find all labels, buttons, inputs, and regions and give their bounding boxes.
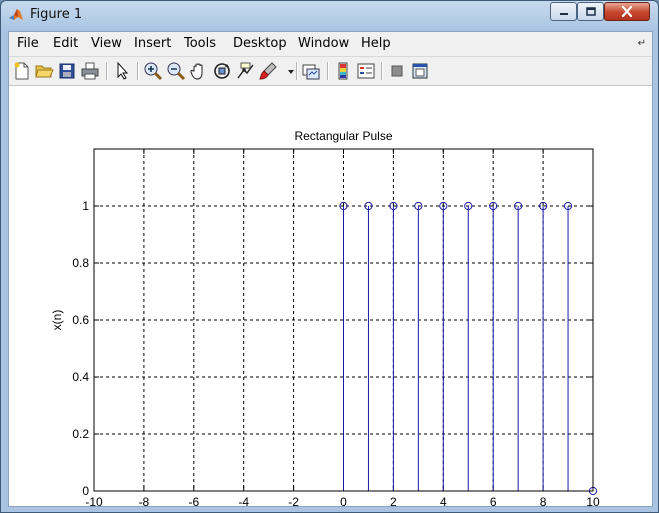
legend-icon (357, 63, 375, 79)
minimize-icon (559, 12, 568, 15)
printer-icon (81, 62, 99, 80)
menu-tools[interactable]: Tools (184, 36, 216, 51)
brush-button[interactable] (258, 61, 278, 81)
close-icon (621, 6, 633, 17)
x-tick-label: 2 (390, 495, 397, 506)
window-title: Figure 1 (30, 7, 83, 22)
save-figure-button[interactable] (57, 61, 77, 81)
hand-pan-icon (190, 63, 203, 80)
rotate-3d-icon (214, 63, 230, 79)
figure-canvas[interactable]: -10 -8 -6 -4 -2 0 2 4 6 8 10 0 0.2 0.4 0.6 0.8 1 Rectang… (9, 86, 652, 506)
rotate-3d-button[interactable] (212, 61, 232, 81)
x-tick-label: 6 (490, 495, 497, 506)
menu-window[interactable]: Window (298, 36, 349, 51)
show-plot-tools-icon (412, 63, 428, 79)
toolbar-separator (327, 62, 329, 80)
hide-plot-tools-button[interactable] (387, 61, 407, 81)
minimize-button[interactable] (550, 2, 577, 21)
edit-plot-button[interactable] (112, 61, 132, 81)
maximize-icon (585, 7, 596, 16)
figure-toolbar (9, 57, 652, 86)
y-tick-label: 0.4 (72, 370, 89, 384)
y-tick-label: 1 (82, 199, 89, 213)
zoom-in-icon (144, 62, 163, 81)
link-plot-button[interactable] (301, 61, 321, 81)
chevron-down-icon (288, 70, 294, 74)
toolbar-separator (106, 62, 108, 80)
y-tick-label: 0 (82, 484, 89, 498)
show-plot-tools-button[interactable] (410, 61, 430, 81)
brush-dropdown[interactable] (281, 61, 294, 81)
menu-insert[interactable]: Insert (134, 36, 171, 51)
floppy-disk-icon (59, 63, 75, 79)
figure-window: Figure 1 File Edit View Insert Tools Des… (0, 0, 659, 513)
title-bar[interactable]: Figure 1 (1, 1, 658, 31)
x-tick-label: -4 (238, 495, 249, 506)
zoom-in-button[interactable] (143, 61, 163, 81)
open-file-button[interactable] (34, 61, 54, 81)
menu-edit[interactable]: Edit (53, 36, 78, 51)
menu-bar: File Edit View Insert Tools Desktop Wind… (9, 32, 652, 57)
colorbar-icon (338, 62, 348, 80)
matlab-logo-icon (9, 9, 23, 20)
x-tick-label: 10 (586, 495, 600, 506)
data-cursor-icon (237, 62, 254, 79)
x-tick-label: 0 (340, 495, 347, 506)
figure-client-area: File Edit View Insert Tools Desktop Wind… (8, 31, 653, 507)
insert-colorbar-button[interactable] (333, 61, 353, 81)
menu-view[interactable]: View (91, 36, 122, 51)
menu-file[interactable]: File (17, 36, 39, 51)
zoom-out-button[interactable] (166, 61, 186, 81)
zoom-out-icon (167, 62, 186, 81)
data-cursor-button[interactable] (235, 61, 255, 81)
chart-title: Rectangular Pulse (294, 129, 392, 143)
folder-open-icon (35, 65, 54, 78)
x-tick-label: -2 (288, 495, 299, 506)
menu-help[interactable]: Help (361, 36, 391, 51)
arrow-pointer-icon (117, 61, 129, 80)
brush-icon (259, 62, 277, 80)
x-tick-label: 8 (540, 495, 547, 506)
maximize-button[interactable] (577, 2, 604, 21)
toolbar-separator (137, 62, 139, 80)
menu-overflow-arrow-icon[interactable]: ↵ (638, 38, 646, 49)
y-tick-label: 0.2 (72, 427, 89, 441)
y-tick-label: 0.6 (72, 313, 89, 327)
menu-desktop[interactable]: Desktop (233, 36, 287, 51)
x-tick-label: -6 (188, 495, 199, 506)
insert-legend-button[interactable] (356, 61, 376, 81)
stem-series (339, 201, 598, 496)
link-plot-icon (302, 64, 320, 80)
y-tick-label: 0.8 (72, 256, 89, 270)
x-tick-label: 4 (440, 495, 447, 506)
print-figure-button[interactable] (80, 61, 100, 81)
stem-plot[interactable]: -10 -8 -6 -4 -2 0 2 4 6 8 1000.20.40.60.81 Rectang… (9, 86, 652, 506)
new-file-icon (14, 62, 29, 80)
close-button[interactable] (604, 2, 650, 21)
toolbar-separator (381, 62, 383, 80)
toolbar-separator (296, 62, 298, 80)
tick-labels: -10 -8 -6 -4 -2 0 2 4 6 8 1000.20.40.60.81 (72, 199, 600, 506)
new-figure-button[interactable] (12, 61, 32, 81)
pan-button[interactable] (189, 61, 209, 81)
x-tick-label: -8 (139, 495, 150, 506)
hide-plot-tools-icon (391, 65, 403, 77)
y-axis-label: x(n) (50, 310, 64, 331)
